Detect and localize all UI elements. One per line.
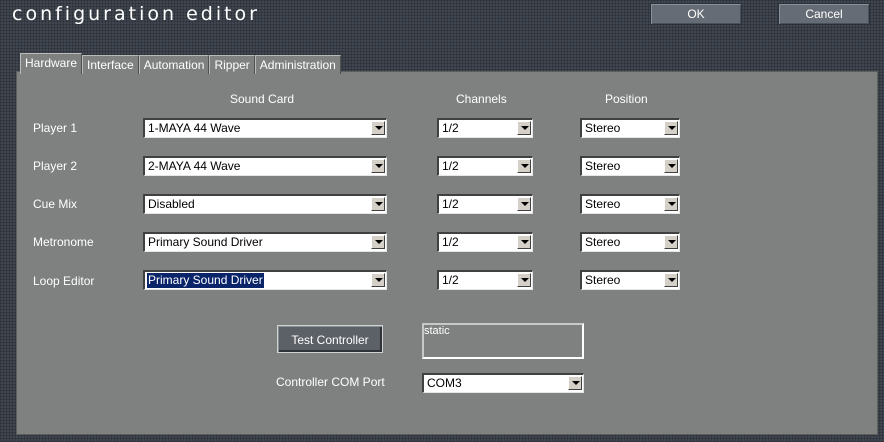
select-value: 1/2 (442, 273, 459, 287)
select-value: 1/2 (442, 159, 459, 173)
position-column-header: Position (605, 92, 648, 106)
metronome-label: Metronome (33, 235, 94, 249)
metronome-channels-select[interactable]: 1/2 (437, 232, 533, 252)
select-value: Stereo (585, 121, 621, 135)
select-value: Stereo (585, 235, 621, 249)
select-value: COM3 (427, 376, 462, 390)
loop-editor-channels-select[interactable]: 1/2 (437, 270, 533, 290)
select-value: 1/2 (442, 235, 459, 249)
tab-bar: Hardware Interface Automation Ripper Adm… (20, 53, 341, 74)
select-value: 1/2 (442, 121, 459, 135)
select-value: Stereo (585, 273, 621, 287)
tab-ripper[interactable]: Ripper (209, 55, 255, 74)
select-value: Primary Sound Driver (146, 272, 265, 289)
select-value: Stereo (585, 159, 621, 173)
title-bar: configuration editor OK Cancel (0, 0, 884, 32)
chevron-down-icon[interactable] (664, 197, 678, 211)
tab-interface[interactable]: Interface (82, 55, 139, 74)
select-value: 1/2 (442, 197, 459, 211)
chevron-down-icon[interactable] (371, 235, 385, 249)
player-1-channels-select[interactable]: 1/2 (437, 118, 533, 138)
chevron-down-icon[interactable] (517, 121, 531, 135)
controller-status-text: static (424, 325, 450, 337)
player-2-sound-card-select[interactable]: 2-MAYA 44 Wave (143, 156, 387, 176)
cancel-button[interactable]: Cancel (778, 3, 870, 25)
player-2-channels-select[interactable]: 1/2 (437, 156, 533, 176)
cue-mix-channels-select[interactable]: 1/2 (437, 194, 533, 214)
cue-mix-position-select[interactable]: Stereo (580, 194, 680, 214)
chevron-down-icon[interactable] (517, 235, 531, 249)
select-value: Disabled (148, 197, 195, 211)
chevron-down-icon[interactable] (664, 273, 678, 287)
loop-editor-label: Loop Editor (33, 274, 95, 288)
cue-mix-label: Cue Mix (33, 197, 78, 211)
chevron-down-icon[interactable] (517, 197, 531, 211)
tab-administration[interactable]: Administration (254, 55, 341, 74)
metronome-sound-card-select[interactable]: Primary Sound Driver (143, 232, 387, 252)
loop-editor-position-select[interactable]: Stereo (580, 270, 680, 290)
select-value: Primary Sound Driver (148, 235, 263, 249)
select-value: 2-MAYA 44 Wave (148, 159, 241, 173)
loop-editor-sound-card-select[interactable]: Primary Sound Driver (143, 270, 387, 290)
tab-hardware[interactable]: Hardware (20, 53, 83, 74)
chevron-down-icon[interactable] (371, 197, 385, 211)
metronome-position-select[interactable]: Stereo (580, 232, 680, 252)
select-value: Stereo (585, 197, 621, 211)
chevron-down-icon[interactable] (371, 159, 385, 173)
chevron-down-icon[interactable] (664, 235, 678, 249)
chevron-down-icon[interactable] (517, 273, 531, 287)
player-2-position-select[interactable]: Stereo (580, 156, 680, 176)
cue-mix-sound-card-select[interactable]: Disabled (143, 194, 387, 214)
sound-card-column-header: Sound Card (230, 92, 295, 106)
player-1-sound-card-select[interactable]: 1-MAYA 44 Wave (143, 118, 387, 138)
player-1-label: Player 1 (33, 121, 78, 135)
select-value: 1-MAYA 44 Wave (148, 121, 241, 135)
chevron-down-icon[interactable] (568, 376, 582, 390)
com-port-select[interactable]: COM3 (422, 373, 584, 393)
channels-column-header: Channels (456, 92, 507, 106)
chevron-down-icon[interactable] (371, 121, 385, 135)
player-2-label: Player 2 (33, 159, 78, 173)
window-title: configuration editor (12, 3, 260, 25)
chevron-down-icon[interactable] (517, 159, 531, 173)
chevron-down-icon[interactable] (664, 121, 678, 135)
tab-automation[interactable]: Automation (138, 55, 210, 74)
chevron-down-icon[interactable] (371, 273, 385, 287)
controller-status-box: static (422, 323, 584, 359)
ok-button[interactable]: OK (650, 3, 742, 25)
com-port-label: Controller COM Port (276, 375, 385, 389)
chevron-down-icon[interactable] (664, 159, 678, 173)
player-1-position-select[interactable]: Stereo (580, 118, 680, 138)
test-controller-button[interactable]: Test Controller (277, 325, 383, 353)
